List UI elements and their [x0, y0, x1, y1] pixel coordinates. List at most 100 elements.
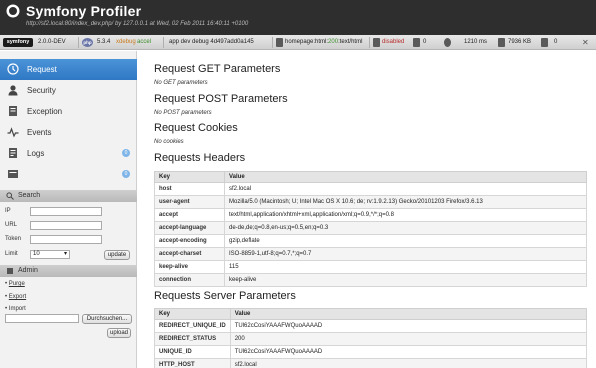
- table-row: accept-language de-de,de;q=0.8,en-us;q=0.…: [154, 221, 587, 235]
- table-row: user-agent Mozilla/5.0 (Macintosh; U; Int…: [154, 195, 587, 209]
- token-input[interactable]: [30, 235, 102, 244]
- query-count[interactable]: 0: [423, 35, 426, 50]
- server-value: 200: [229, 332, 588, 346]
- get-params-title: Request GET Parameters: [154, 63, 281, 75]
- upload-button[interactable]: upload: [107, 328, 131, 338]
- table-row: UNIQUE_ID TUl62cCosiYAAAFWQuoAAAAD: [154, 345, 588, 359]
- column-header-key: Key: [154, 171, 225, 183]
- sidebar-item-timeline[interactable]: 0: [0, 164, 137, 185]
- header-key: connection: [154, 273, 225, 287]
- import-file-input[interactable]: [5, 314, 79, 323]
- table-row: accept-encoding gzip,deflate: [154, 234, 587, 248]
- sidebar-item-label: Request: [27, 65, 57, 74]
- cookies-title: Request Cookies: [154, 122, 238, 134]
- request-icon: [7, 63, 19, 75]
- header-value: text/html,application/xhtml+xml,applicat…: [224, 208, 587, 222]
- table-row: HTTP_HOST sf2.local: [154, 358, 588, 368]
- main-content: Request GET Parameters No GET parameters…: [138, 51, 596, 368]
- header-key: host: [154, 182, 225, 196]
- limit-select[interactable]: 10 ▾: [30, 250, 70, 259]
- header-value: 115: [224, 260, 587, 274]
- table-row: connection keep-alive: [154, 273, 587, 287]
- export-link[interactable]: • Export: [5, 294, 26, 300]
- headers-title: Requests Headers: [154, 152, 246, 164]
- app-info[interactable]: app dev debug 4d497add0a145: [169, 35, 254, 50]
- import-text: Import: [8, 306, 26, 312]
- column-header-value: Value: [229, 308, 588, 320]
- logs-count-badge: 0: [122, 149, 130, 157]
- sidebar-item-label: Security: [27, 86, 56, 95]
- search-form: IP URL Token Limit 10 ▾ update: [0, 203, 137, 263]
- logs-icon: [9, 148, 17, 158]
- table-row: host sf2.local: [154, 182, 587, 196]
- sidebar-item-logs[interactable]: Logs 0: [0, 143, 137, 164]
- header-key: accept-charset: [154, 247, 225, 261]
- server-value: sf2.local: [229, 358, 588, 368]
- table-row: REDIRECT_STATUS 200: [154, 332, 588, 346]
- post-params-title: Request POST Parameters: [154, 93, 288, 105]
- symfony-version: 2.0.0-DEV: [38, 39, 66, 45]
- timeline-count-badge: 0: [122, 170, 130, 178]
- server-value: TUl62cCosiYAAAFWQuoAAAAD: [229, 345, 588, 359]
- symfony-logo-icon: [6, 4, 20, 18]
- accel-status: accel: [137, 39, 152, 45]
- token-info: http://sf2.local:80/index_dev.php/ by 12…: [26, 21, 249, 27]
- sidebar-item-exception[interactable]: Exception: [0, 101, 137, 122]
- server-key: HTTP_HOST: [154, 358, 231, 368]
- limit-value: 10: [33, 251, 40, 257]
- search-title: Search: [18, 192, 41, 199]
- php-badge[interactable]: php: [82, 38, 93, 47]
- url-label: URL: [5, 222, 18, 228]
- route-icon: [276, 38, 283, 47]
- header-value: Mozilla/5.0 (Macintosh; U; Intel Mac OS …: [224, 195, 587, 209]
- header-key: user-agent: [154, 195, 225, 209]
- db-icon: [413, 38, 420, 47]
- browse-button[interactable]: Durchsuchen...: [82, 314, 132, 324]
- header-key: accept: [154, 208, 225, 222]
- table-row: accept text/html,application/xhtml+xml,ap…: [154, 208, 587, 222]
- header-value: keep-alive: [224, 273, 587, 287]
- sidebar-item-events[interactable]: Events: [0, 122, 137, 143]
- ip-label: IP: [5, 208, 11, 214]
- toolbar-separator: [369, 37, 370, 48]
- profiler-header: Symfony Profiler http://sf2.local:80/ind…: [0, 0, 596, 35]
- limit-label: Limit: [5, 251, 18, 257]
- table-header-row: Key Value: [154, 171, 587, 183]
- headers-table: Key Value host sf2.local user-agent Mozill…: [154, 171, 587, 287]
- sidebar-item-request[interactable]: Request: [0, 59, 137, 80]
- request-time[interactable]: 1210 ms: [464, 35, 487, 50]
- sidebar-item-security[interactable]: Security: [0, 80, 137, 101]
- route-info[interactable]: homepage:html:200:text/html: [285, 35, 362, 50]
- route-format: html: [315, 39, 327, 45]
- toolbar-separator: [78, 37, 79, 48]
- mail-count[interactable]: 0: [554, 35, 557, 50]
- mail-icon: [541, 38, 548, 47]
- admin-title: Admin: [18, 267, 38, 274]
- ip-input[interactable]: [30, 207, 102, 216]
- export-label: Export: [8, 294, 27, 300]
- route-status: 200: [328, 39, 339, 45]
- security-status[interactable]: disabled: [382, 35, 404, 50]
- purge-link[interactable]: • Purge: [5, 281, 25, 287]
- security-toolbar-icon: [373, 38, 380, 47]
- debug-toolbar: symfony 2.0.0-DEV php 5.3.4 xdebug accel…: [0, 35, 596, 50]
- header-value: ISO-8859-1,utf-8;q=0.7,*;q=0.7: [224, 247, 587, 261]
- header-value: de-de,de;q=0.8,en-us;q=0.5,en;q=0.3: [224, 221, 587, 235]
- token-label: Token: [5, 236, 22, 242]
- server-key: UNIQUE_ID: [154, 345, 231, 359]
- memory-usage[interactable]: 7936 KB: [508, 35, 531, 50]
- symfony-badge[interactable]: symfony: [3, 38, 33, 47]
- events-icon: [7, 127, 19, 138]
- memory-icon: [498, 38, 505, 47]
- close-icon[interactable]: ✕: [582, 35, 589, 50]
- header-key: accept-language: [154, 221, 225, 235]
- update-button[interactable]: update: [104, 250, 130, 260]
- security-icon: [8, 85, 18, 96]
- url-input[interactable]: [30, 221, 102, 230]
- toolbar-separator: [163, 37, 164, 48]
- table-header-row: Key Value: [154, 308, 588, 320]
- header-key: keep-alive: [154, 260, 225, 274]
- server-value: TUl62cCosiYAAAFWQuoAAAAD: [229, 319, 588, 333]
- route-name: homepage: [285, 39, 314, 45]
- search-icon: [6, 192, 14, 200]
